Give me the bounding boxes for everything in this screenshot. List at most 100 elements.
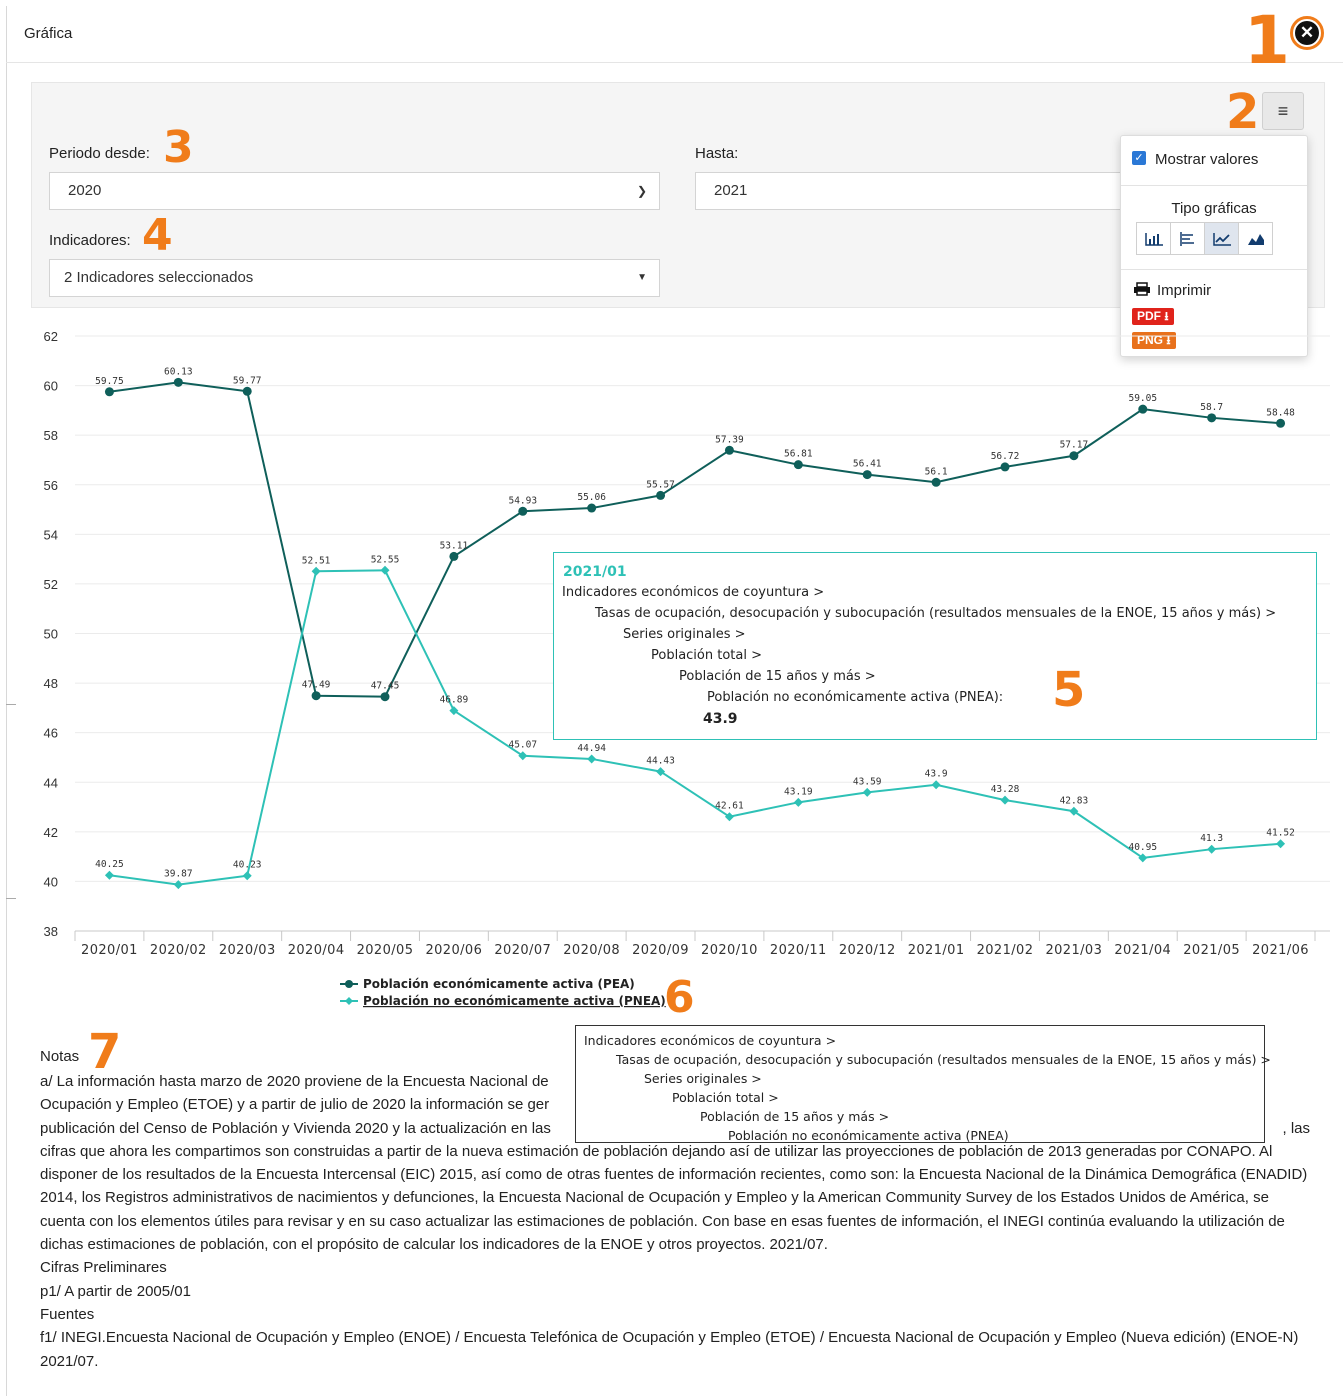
data-label: 53.11: [440, 540, 469, 551]
data-point: [724, 445, 734, 455]
chart-menu-button[interactable]: ≡: [1262, 92, 1304, 130]
data-label: 56.41: [853, 459, 882, 470]
tooltip-line: Indicadores económicos de coyuntura >: [562, 585, 825, 600]
data-label: 40.23: [233, 860, 262, 871]
data-label: 54.93: [508, 495, 537, 506]
data-label: 45.07: [508, 740, 537, 751]
column-chart-icon[interactable]: [1136, 222, 1171, 255]
x-tick-label: 2021/02: [977, 943, 1034, 958]
y-tick-label: 38: [44, 924, 58, 939]
chart-type-buttons: [1136, 222, 1273, 255]
y-tick-label: 46: [44, 726, 58, 741]
data-point: [104, 870, 114, 880]
close-button[interactable]: ✕: [1290, 16, 1324, 50]
data-label: 55.57: [646, 479, 675, 490]
y-tick-label: 56: [44, 478, 58, 493]
data-label: 57.17: [1060, 440, 1089, 451]
modal-title: Gráfica: [24, 25, 73, 42]
data-label: 58.48: [1266, 407, 1295, 418]
data-point: [587, 754, 597, 764]
note-f1: f1/ INEGI.Encuesta Nacional de Ocupación…: [40, 1329, 1299, 1370]
print-label: Imprimir: [1157, 282, 1212, 299]
data-point: [173, 377, 183, 387]
note-a-line3-text: publicación del Censo de Población y Viv…: [40, 1119, 551, 1137]
data-label: 44.94: [577, 743, 606, 754]
x-tick-label: 2021/06: [1252, 943, 1309, 958]
callout-6: 6: [664, 972, 695, 1023]
data-point: [1207, 844, 1217, 854]
data-point: [1000, 795, 1010, 805]
hint-line: Población total >: [672, 1090, 779, 1105]
tooltip-line: Series originales >: [623, 627, 746, 642]
x-tick-label: 2020/06: [425, 943, 482, 958]
data-label: 58.7: [1200, 402, 1223, 413]
data-point: [242, 871, 252, 881]
x-tick-label: 2021/05: [1183, 943, 1240, 958]
data-point: [518, 506, 528, 516]
callout-1: 1: [1244, 2, 1290, 79]
data-point: [311, 691, 321, 701]
side-marker: [6, 898, 16, 899]
area-chart-icon[interactable]: [1238, 222, 1273, 255]
period-to-label: Hasta:: [695, 145, 739, 162]
legend-marker: [345, 997, 353, 1005]
hint-line: Tasas de ocupación, desocupación y suboc…: [616, 1052, 1271, 1067]
prelim-title: Cifras Preliminares: [40, 1259, 167, 1277]
callout-3: 3: [163, 122, 194, 173]
bar-chart-icon[interactable]: [1170, 222, 1205, 255]
tooltip-line: Población total >: [651, 648, 762, 663]
y-tick-label: 54: [44, 527, 58, 542]
period-from-select[interactable]: 2020 ❯: [49, 172, 660, 210]
chevron-down-icon: ❯: [636, 184, 647, 198]
legend-item[interactable]: Población no económicamente activa (PNEA…: [363, 994, 666, 1008]
data-label: 60.13: [164, 366, 193, 377]
sources-title: Fuentes: [40, 1305, 95, 1323]
indicators-select[interactable]: 2 Indicadores seleccionados ▼: [49, 259, 660, 297]
x-tick-label: 2020/05: [357, 943, 414, 958]
show-values-checkbox[interactable]: ✓: [1132, 151, 1146, 165]
show-values-label[interactable]: Mostrar valores: [1155, 151, 1258, 168]
x-tick-label: 2020/02: [150, 943, 207, 958]
data-point: [1276, 418, 1286, 428]
data-label: 40.25: [95, 859, 124, 870]
data-point: [311, 566, 321, 576]
x-tick-label: 2021/03: [1045, 943, 1102, 958]
y-tick-label: 52: [44, 577, 58, 592]
data-point: [862, 470, 872, 480]
data-point: [242, 386, 252, 396]
period-to-select[interactable]: 2021: [695, 172, 1135, 210]
data-point: [931, 780, 941, 790]
hint-line: Indicadores económicos de coyuntura >: [584, 1033, 837, 1048]
data-point: [1069, 451, 1079, 461]
data-label: 56.81: [784, 449, 813, 460]
print-item[interactable]: Imprimir: [1133, 282, 1211, 299]
data-label: 52.51: [302, 555, 331, 566]
hamburger-icon: ≡: [1277, 101, 1289, 121]
tooltip-value: 43.9: [703, 711, 738, 727]
x-tick-label: 2020/09: [632, 943, 689, 958]
notes-title: Notas: [40, 1048, 80, 1065]
y-tick-label: 50: [44, 627, 58, 642]
x-tick-label: 2020/11: [770, 943, 827, 958]
header-divider: [6, 62, 1343, 63]
tooltip-line: Población no económicamente activa (PNEA…: [707, 690, 1004, 705]
legend-item[interactable]: Población económicamente activa (PEA): [363, 977, 635, 991]
tooltip-period: 2021/01: [563, 564, 627, 580]
x-tick-label: 2020/10: [701, 943, 758, 958]
period-from-label: Periodo desde:: [49, 145, 150, 162]
callout-5: 5: [1052, 662, 1086, 718]
x-tick-label: 2020/07: [494, 943, 551, 958]
printer-icon: [1134, 282, 1150, 296]
note-p1: p1/ A partir de 2005/01: [40, 1282, 191, 1300]
hint-line: Población de 15 años y más >: [700, 1109, 890, 1124]
legend-hover-hint: Indicadores económicos de coyuntura > Ta…: [575, 1025, 1271, 1143]
x-tick-label: 2020/03: [219, 943, 276, 958]
data-label: 52.55: [371, 554, 400, 565]
data-label: 59.75: [95, 376, 124, 387]
data-label: 46.89: [440, 695, 469, 706]
x-tick-label: 2020/08: [563, 943, 620, 958]
line-chart-icon[interactable]: [1204, 222, 1239, 255]
y-tick-label: 44: [44, 775, 58, 790]
data-label: 59.05: [1128, 393, 1157, 404]
data-point: [1000, 462, 1010, 472]
